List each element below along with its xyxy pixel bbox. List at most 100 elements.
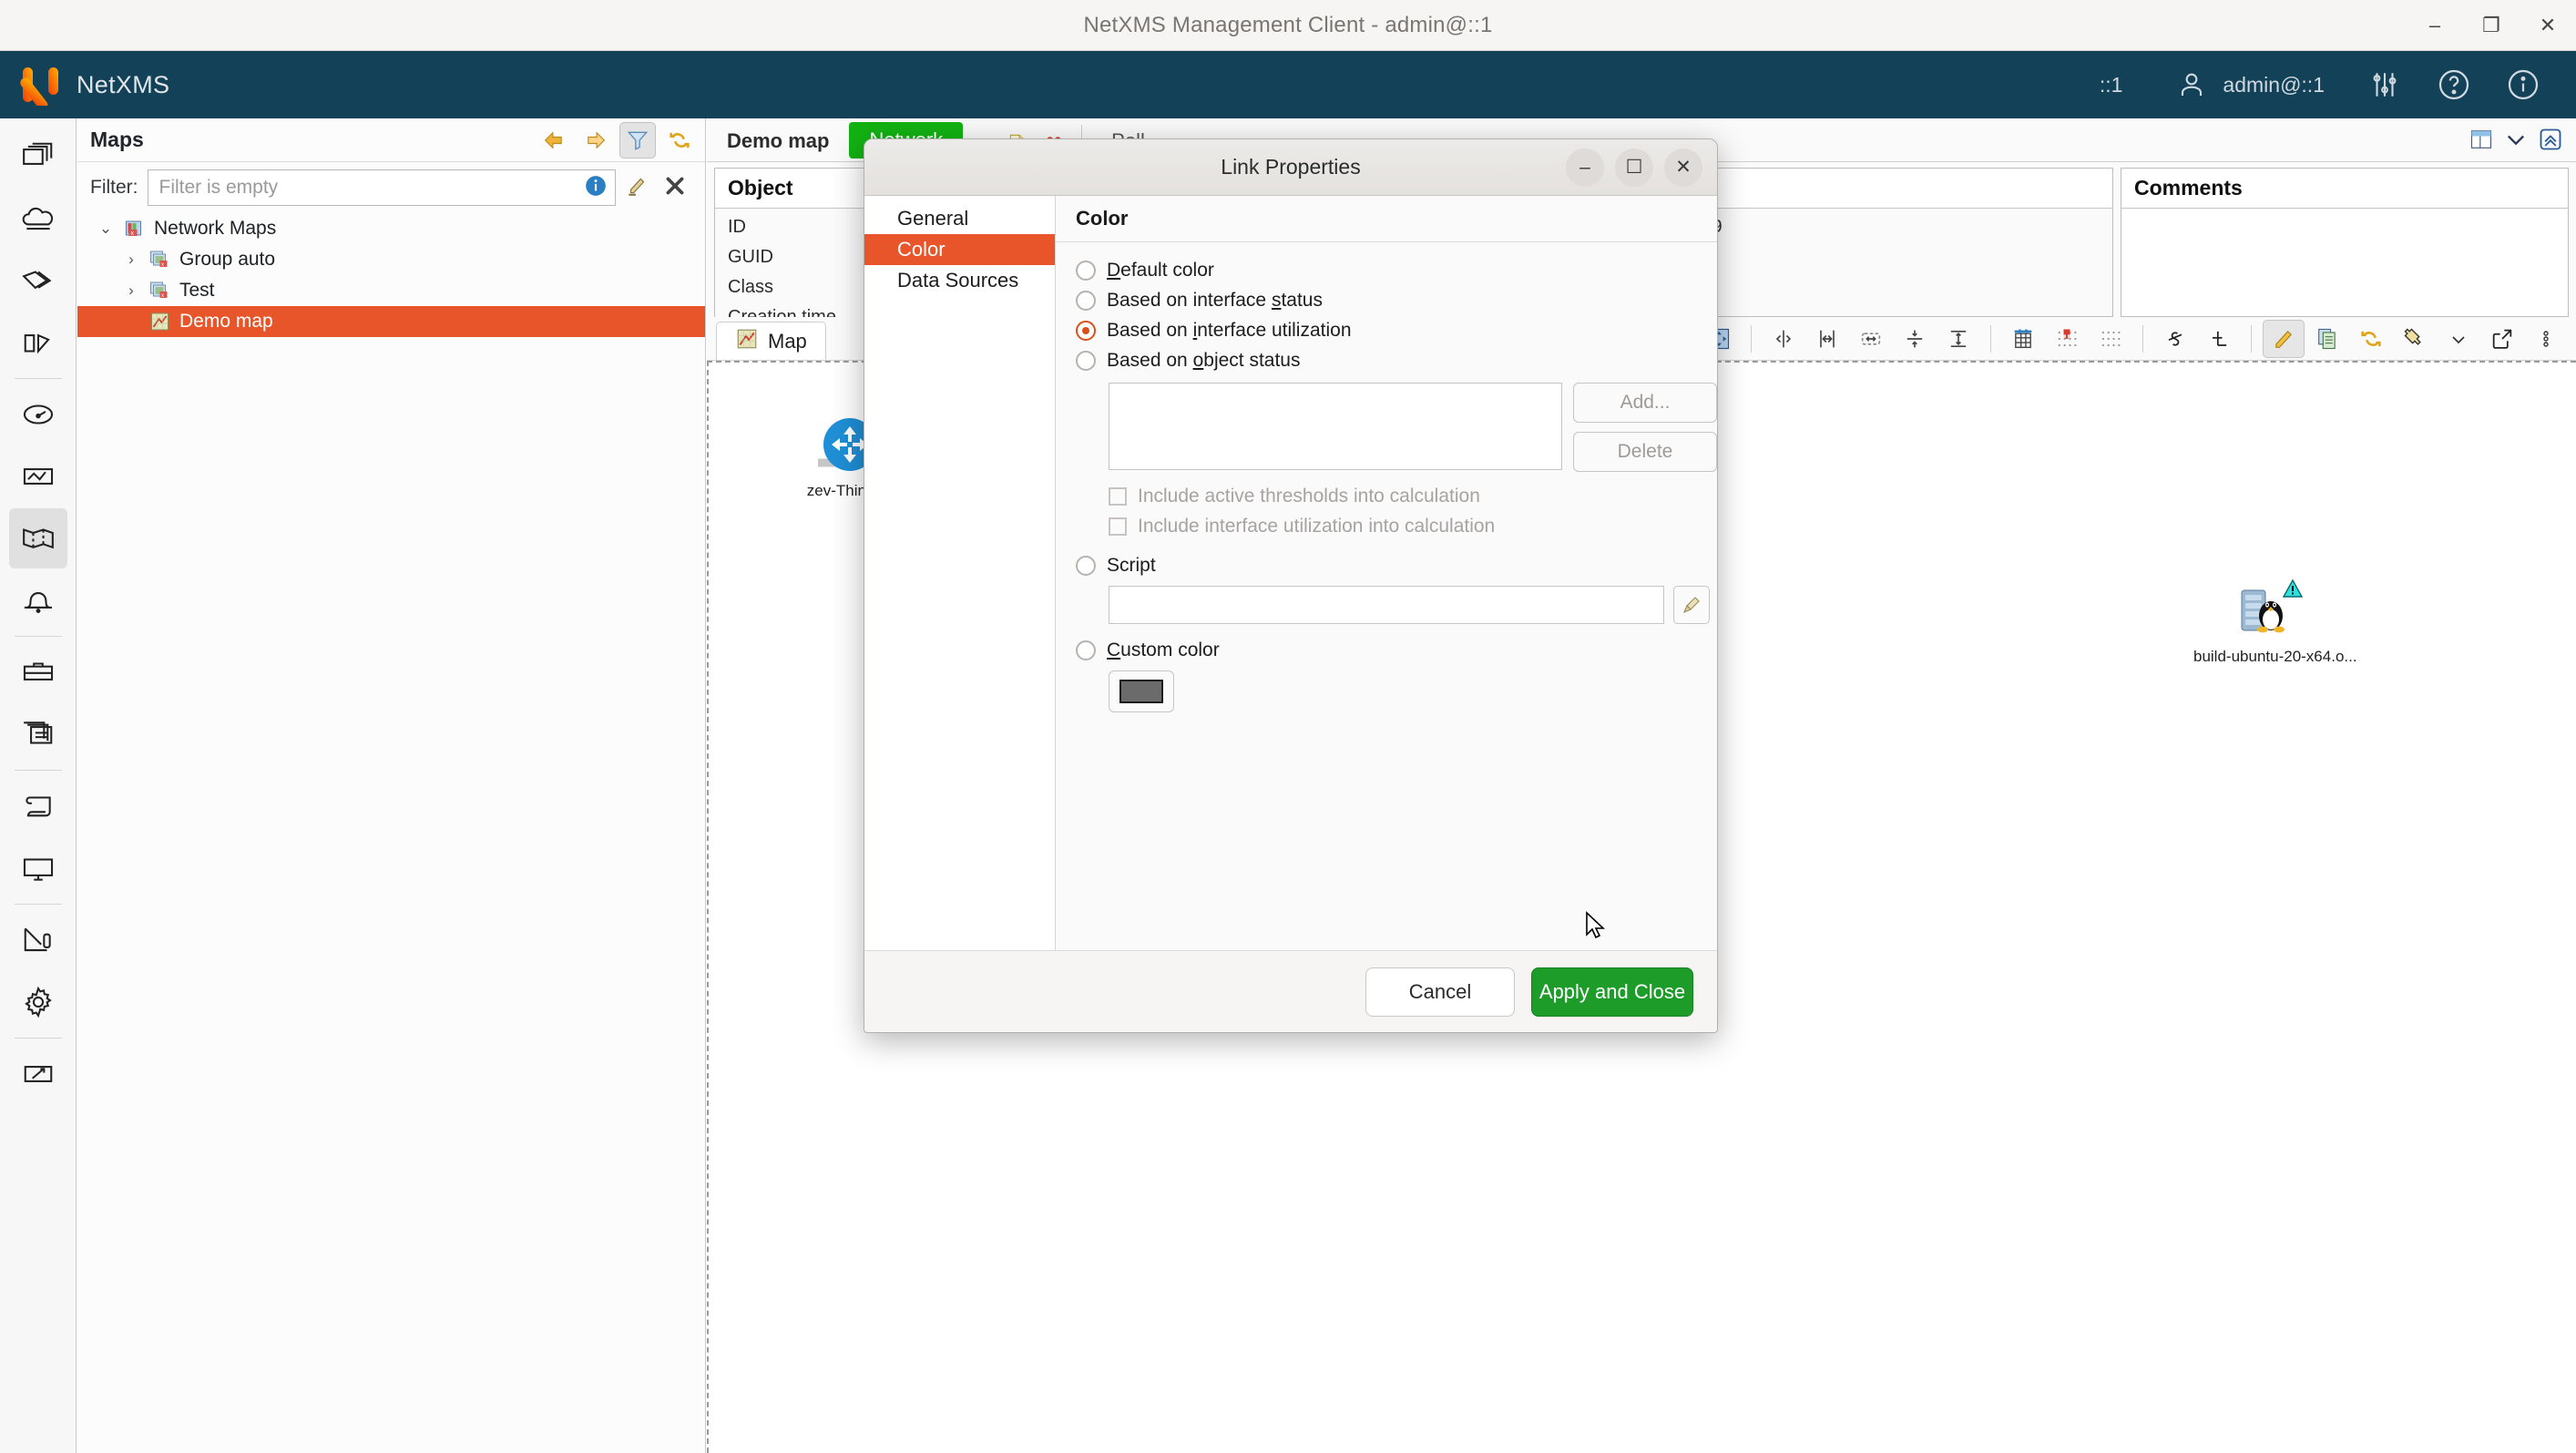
dialog-close-button[interactable]: ✕	[1664, 148, 1702, 187]
settings-icon[interactable]	[9, 972, 67, 1032]
cloud-icon[interactable]	[9, 189, 67, 249]
maps-filter-row: Filter:	[77, 162, 705, 213]
tags-icon[interactable]	[9, 251, 67, 311]
graphs-icon[interactable]	[9, 446, 67, 507]
object-status-list[interactable]	[1109, 383, 1562, 470]
radio-indicator[interactable]	[1076, 556, 1096, 576]
dashboards-icon[interactable]	[9, 127, 67, 187]
console-icon[interactable]	[9, 838, 67, 898]
dialog-maximize-button[interactable]: ☐	[1615, 148, 1653, 187]
map-node-build-ubuntu[interactable]: build-ubuntu-20-x64.o...	[2193, 581, 2330, 666]
snap-to-grid-icon[interactable]	[2046, 320, 2088, 358]
info-icon[interactable]	[2505, 67, 2541, 103]
tree-item-group-auto[interactable]: › x Group auto	[77, 244, 705, 275]
logs-icon[interactable]	[9, 704, 67, 764]
checkbox-include-thresholds[interactable]: Include active thresholds into calculati…	[1109, 481, 1717, 511]
more-icon[interactable]	[2525, 320, 2567, 358]
clear-filter-icon[interactable]	[625, 174, 649, 202]
radio-based-on-object-status[interactable]: Based on object status	[1076, 345, 1717, 375]
charts-icon[interactable]	[9, 312, 67, 373]
delete-button[interactable]: Delete	[1573, 432, 1717, 472]
window-titlebar: NetXMS Management Client - admin@::1 – ❐…	[0, 0, 2576, 51]
maps-panel: Maps Filter:	[77, 118, 706, 1453]
checkbox-indicator[interactable]	[1109, 517, 1127, 536]
cancel-button[interactable]: Cancel	[1365, 967, 1515, 1017]
tree-item-test[interactable]: › x Test	[77, 275, 705, 306]
filter-input[interactable]	[159, 177, 585, 199]
sliders-icon[interactable]	[2366, 67, 2403, 103]
maps-panel-title: Maps	[90, 128, 530, 152]
custom-color-button[interactable]	[1109, 670, 1174, 712]
radio-indicator[interactable]	[1076, 261, 1096, 281]
align-to-grid-icon[interactable]	[2090, 320, 2131, 358]
export-icon[interactable]	[9, 1044, 67, 1104]
add-button[interactable]: Add...	[1573, 383, 1717, 423]
window-maximize-button[interactable]: ❐	[2479, 14, 2503, 37]
toolbox-icon[interactable]	[9, 642, 67, 702]
radio-script[interactable]: Script	[1076, 550, 1717, 580]
tree-item-demo-map[interactable]: Demo map	[77, 306, 705, 337]
radio-indicator[interactable]	[1076, 291, 1096, 311]
reports-icon[interactable]	[9, 910, 67, 970]
filter-box[interactable]	[148, 169, 617, 206]
scripts-icon[interactable]	[9, 776, 67, 836]
apply-and-close-button[interactable]: Apply and Close	[1531, 967, 1693, 1017]
maps-icon[interactable]	[9, 508, 67, 568]
current-user[interactable]: admin@::1	[2148, 67, 2350, 103]
radio-indicator[interactable]	[1076, 640, 1096, 660]
dialog-nav-general[interactable]: General	[864, 203, 1055, 234]
checkbox-include-interface-utilization[interactable]: Include interface utilization into calcu…	[1109, 511, 1717, 541]
close-filter-icon[interactable]	[663, 174, 687, 202]
radio-label: tatus	[1281, 290, 1323, 311]
router-icon[interactable]	[2198, 320, 2240, 358]
checkbox-indicator[interactable]	[1109, 487, 1127, 506]
script-select-icon[interactable]	[1673, 586, 1710, 624]
chevron-down-icon[interactable]	[2503, 127, 2529, 157]
collapse-all-icon[interactable]	[2538, 127, 2563, 157]
distribute-vertical-icon[interactable]	[1937, 320, 1979, 358]
refresh-icon[interactable]	[661, 122, 698, 159]
dialog-nav-color[interactable]: Color	[864, 234, 1055, 265]
copy-icon[interactable]	[2306, 320, 2348, 358]
window-close-button[interactable]: ✕	[2536, 14, 2560, 37]
twisty-icon[interactable]: ⌄	[96, 220, 116, 238]
pin-icon[interactable]	[2394, 320, 2436, 358]
refresh-icon[interactable]	[2350, 320, 2392, 358]
twisty-icon[interactable]: ›	[121, 281, 141, 300]
radio-based-on-interface-status[interactable]: Based on interface status	[1076, 285, 1717, 315]
rail-divider	[15, 770, 62, 771]
show-grid-icon[interactable]	[2002, 320, 2044, 358]
align-center-icon[interactable]	[1894, 320, 1936, 358]
tab-map[interactable]: Map	[716, 322, 826, 360]
app-header: NetXMS ::1 admin@::1	[0, 51, 2576, 118]
alarms-icon[interactable]	[9, 570, 67, 630]
editor-tab-demo-map[interactable]: Demo map	[707, 121, 849, 161]
chevron-down-icon[interactable]	[2438, 320, 2479, 358]
radio-custom-color[interactable]: Custom color	[1076, 635, 1717, 665]
dialog-nav-data-sources[interactable]: Data Sources	[864, 265, 1055, 296]
forward-arrow-icon[interactable]	[578, 122, 614, 159]
tree-item-network-maps[interactable]: ⌄ x Network Maps	[77, 213, 705, 244]
edit-mode-icon[interactable]	[2263, 320, 2305, 358]
twisty-icon[interactable]: ›	[121, 251, 141, 269]
help-icon[interactable]	[2436, 67, 2472, 103]
straighten-icon[interactable]	[2154, 320, 2196, 358]
script-input[interactable]	[1109, 586, 1664, 624]
comments-panel-body[interactable]	[2121, 209, 2568, 316]
layout-icon[interactable]	[2469, 127, 2494, 157]
align-left-icon[interactable]	[1763, 320, 1804, 358]
performance-icon[interactable]	[9, 384, 67, 445]
dialog-minimize-button[interactable]: –	[1566, 148, 1604, 187]
radio-default-color[interactable]: Default color	[1076, 255, 1717, 285]
filter-info-icon[interactable]	[584, 174, 608, 202]
filter-icon[interactable]	[619, 122, 656, 159]
align-right-icon[interactable]	[1806, 320, 1848, 358]
map-icon	[735, 327, 759, 356]
radio-based-on-interface-utilization[interactable]: Based on interface utilization	[1076, 315, 1717, 345]
distribute-horizontal-icon[interactable]	[1850, 320, 1892, 358]
radio-indicator[interactable]	[1076, 321, 1096, 341]
window-minimize-button[interactable]: –	[2423, 14, 2447, 37]
radio-indicator[interactable]	[1076, 351, 1096, 371]
back-arrow-icon[interactable]	[536, 122, 572, 159]
open-external-icon[interactable]	[2481, 320, 2523, 358]
